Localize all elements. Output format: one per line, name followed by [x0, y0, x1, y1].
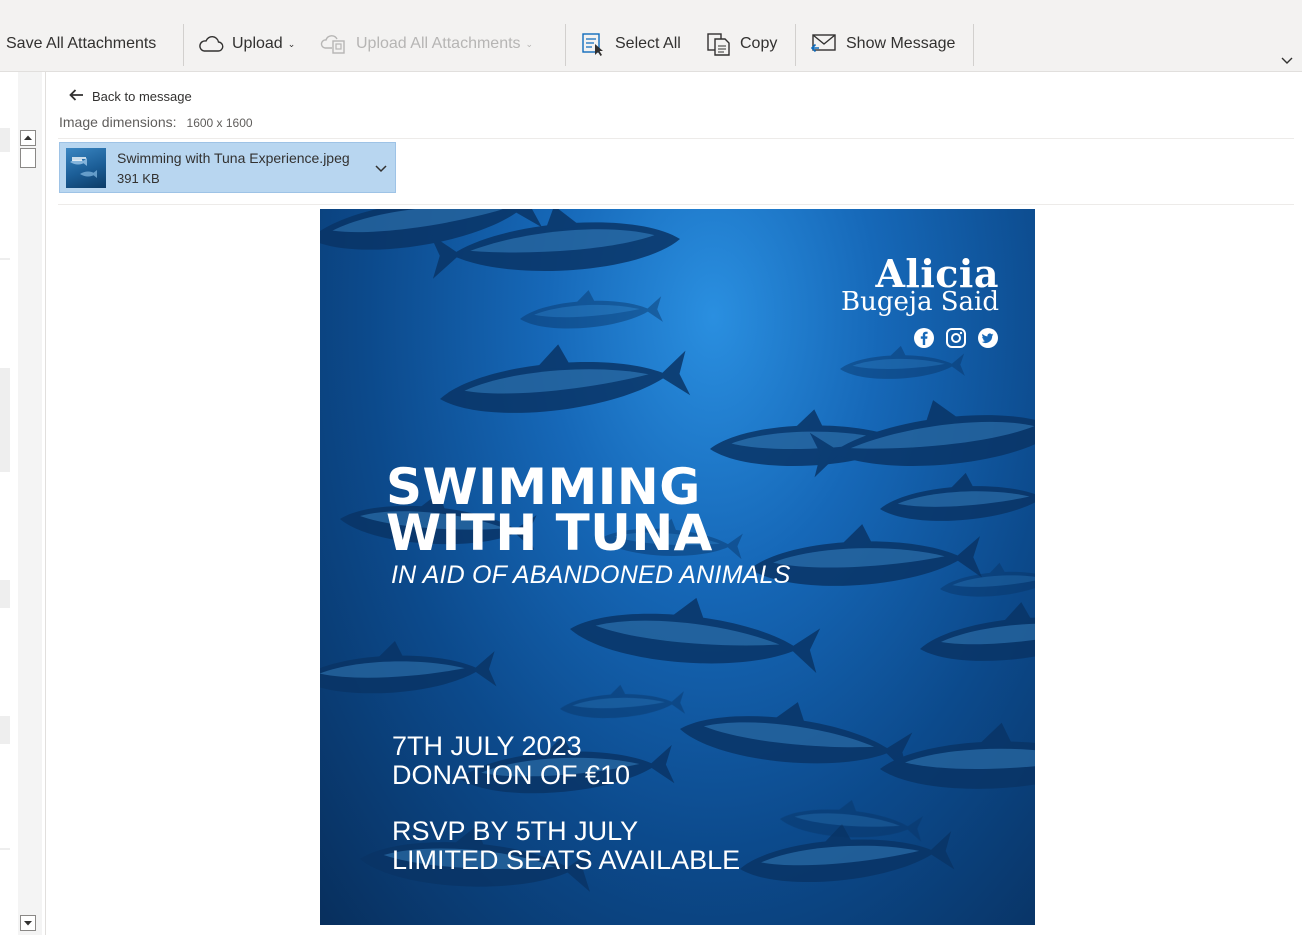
divider [58, 204, 1294, 205]
attachment-file-name: Swimming with Tuna Experience.jpeg [117, 150, 350, 166]
collapse-ribbon-chevron-icon[interactable] [1280, 54, 1294, 66]
pane-divider [45, 72, 46, 935]
attachment-file-size: 391 KB [117, 171, 160, 186]
cloud-icon [198, 35, 224, 53]
attachment-card[interactable]: Swimming with Tuna Experience.jpeg 391 K… [59, 142, 396, 193]
scrollbar-thumb[interactable] [20, 148, 36, 168]
copy-button[interactable]: Copy [706, 30, 777, 58]
upload-all-label: Upload All Attachments [356, 35, 521, 52]
facebook-icon [913, 327, 935, 349]
folder-pane-edge [0, 72, 16, 935]
show-message-button[interactable]: Show Message [810, 30, 955, 58]
back-to-message-link[interactable]: Back to message [68, 86, 192, 106]
attachment-thumbnail [66, 148, 106, 188]
poster-subtitle: IN AID OF ABANDONED ANIMALS [391, 561, 791, 589]
select-all-icon [581, 32, 607, 56]
image-dimensions: Image dimensions: 1600 x 1600 [59, 114, 253, 130]
toolbar-divider [973, 24, 974, 66]
rsvp-deadline: RSVP BY 5TH JULY [392, 816, 639, 846]
folder-pane-marker [0, 848, 10, 850]
attachment-toolbar: Save All Attachments Upload ⌄ Upload All… [0, 0, 1302, 72]
event-date: 7TH JULY 2023 [392, 731, 582, 761]
chevron-down-icon: ⌄ [287, 38, 296, 49]
upload-all-attachments-button[interactable]: Upload All Attachments ⌄ [320, 30, 533, 58]
image-dimensions-value: 1600 x 1600 [186, 116, 253, 130]
folder-pane-marker [0, 258, 10, 260]
save-all-label: Save All Attachments [6, 35, 157, 52]
divider [58, 138, 1294, 139]
arrow-left-icon [68, 88, 84, 105]
poster-headline: SWIMMING WITH TUNA [386, 462, 713, 562]
vertical-scrollbar[interactable] [18, 72, 42, 935]
attachment-image-preview: Alicia Bugeja Said SWIMMING WITH TUNA IN… [320, 209, 1035, 925]
folder-pane-marker [0, 580, 10, 608]
instagram-icon [945, 327, 967, 349]
copy-label: Copy [740, 35, 778, 52]
twitter-icon [977, 327, 999, 349]
event-details: 7TH JULY 2023 DONATION OF €10 [392, 732, 630, 790]
seats-notice: LIMITED SEATS AVAILABLE [392, 845, 741, 875]
folder-pane-marker [0, 716, 10, 744]
folder-pane-marker [0, 368, 10, 472]
select-all-label: Select All [615, 35, 681, 52]
select-all-button[interactable]: Select All [581, 30, 681, 58]
image-dimensions-label: Image dimensions: [59, 114, 177, 130]
folder-pane-marker [0, 128, 10, 152]
headline-line-2: WITH TUNA [386, 504, 713, 562]
social-icons [913, 327, 999, 349]
mail-message-icon [810, 32, 838, 56]
copy-icon [706, 32, 732, 56]
show-message-label: Show Message [846, 35, 956, 52]
upload-label: Upload [232, 35, 283, 52]
chevron-down-icon: ⌄ [525, 38, 534, 49]
upload-button[interactable]: Upload ⌄ [198, 30, 295, 58]
toolbar-divider [565, 24, 566, 66]
toolbar-divider [795, 24, 796, 66]
save-all-attachments-button[interactable]: Save All Attachments [6, 30, 156, 58]
toolbar-divider [183, 24, 184, 66]
event-donation: DONATION OF €10 [392, 760, 631, 790]
back-to-message-label: Back to message [92, 88, 192, 104]
cloud-attachments-icon [320, 34, 348, 54]
brand-last-name: Bugeja Said [841, 287, 999, 317]
rsvp-details: RSVP BY 5TH JULY LIMITED SEATS AVAILABLE [392, 817, 740, 875]
scroll-up-button[interactable] [20, 130, 36, 146]
attachment-menu-chevron-icon[interactable] [374, 162, 388, 174]
scroll-down-button[interactable] [20, 915, 36, 931]
